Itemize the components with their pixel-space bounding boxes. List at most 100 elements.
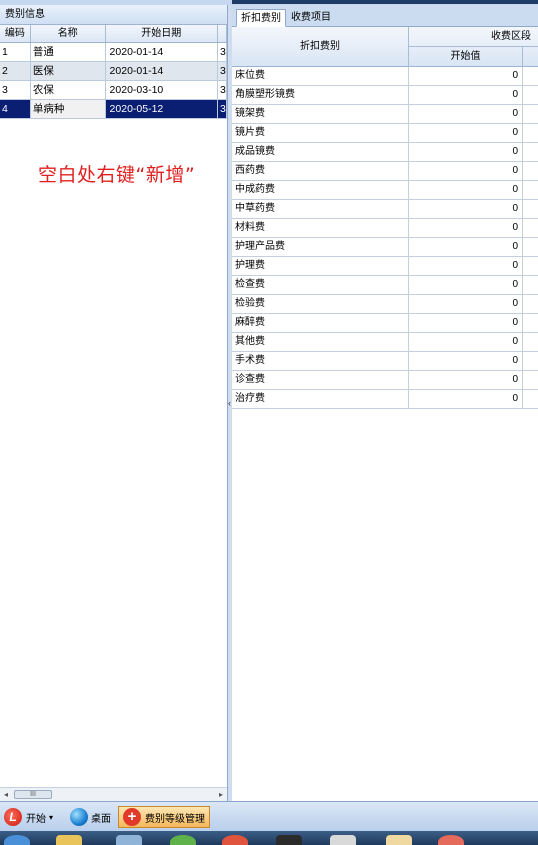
cell-start-value[interactable]: 0 [409,276,523,294]
cell-start-value[interactable]: 0 [409,67,523,85]
cell-start-value[interactable]: 0 [409,257,523,275]
cell-category[interactable]: 护理费 [232,257,409,275]
cell-category[interactable]: 检查费 [232,276,409,294]
table-row[interactable]: 麻醉费 0 [232,314,538,333]
cell-date[interactable]: 2020-01-14 [105,62,219,80]
cell-start-value[interactable]: 0 [409,238,523,256]
cell-category[interactable]: 西药费 [232,162,409,180]
scrollbar-thumb[interactable]: III [14,790,52,799]
cell-name[interactable]: 单病种 [30,100,106,118]
cell-category[interactable]: 材料费 [232,219,409,237]
cell-start-value[interactable]: 0 [409,86,523,104]
column-header-code[interactable]: 编码 [0,25,31,42]
cell-name[interactable]: 农保 [30,81,106,99]
cell-start-value[interactable]: 0 [409,371,523,389]
table-row[interactable]: 检查费 0 [232,276,538,295]
scroll-left-icon[interactable]: ◂ [0,788,12,801]
cell-name[interactable]: 普通 [30,43,106,61]
table-row-selected[interactable]: 4 单病种 2020-05-12 3 [0,100,227,119]
start-button[interactable]: L 开始 ▾ [4,806,53,828]
document-icon[interactable] [330,835,356,845]
cell-category[interactable]: 镜片费 [232,124,409,142]
terminal-icon[interactable] [276,835,302,845]
column-group-charge-range: 收费区段 [409,27,538,47]
table-row[interactable]: 治疗费 0 [232,390,538,409]
cell-category[interactable]: 手术费 [232,352,409,370]
cell-start-value[interactable]: 0 [409,219,523,237]
cell-extra[interactable]: 3 [218,43,227,61]
table-row[interactable]: 其他费 0 [232,333,538,352]
cell-start-value[interactable]: 0 [409,143,523,161]
cell-category[interactable]: 护理产品费 [232,238,409,256]
cell-start-value[interactable]: 0 [409,352,523,370]
app-icon[interactable] [438,835,464,845]
cell-start-value[interactable]: 0 [409,390,523,408]
cell-code[interactable]: 3 [0,81,31,99]
cell-date[interactable]: 2020-03-10 [105,81,219,99]
tab-discount-category[interactable]: 折扣费别 [236,9,286,27]
table-row[interactable]: 西药费 0 [232,162,538,181]
cell-date[interactable]: 2020-05-12 [105,100,219,118]
table-row[interactable]: 材料费 0 [232,219,538,238]
table-row[interactable]: 检验费 0 [232,295,538,314]
table-row[interactable]: 角膜塑形镜费 0 [232,86,538,105]
cell-category[interactable]: 床位费 [232,67,409,85]
cell-category[interactable]: 检验费 [232,295,409,313]
windows-orb-icon[interactable] [4,835,30,845]
pdf-icon[interactable] [386,835,412,845]
cell-category[interactable]: 其他费 [232,333,409,351]
scroll-right-icon[interactable]: ▸ [215,788,227,801]
table-row[interactable]: 成品镜费 0 [232,143,538,162]
column-header-name[interactable]: 名称 [31,25,106,42]
desktop-button[interactable]: 桌面 [70,806,111,828]
cell-start-value[interactable]: 0 [409,162,523,180]
ie-icon[interactable] [170,835,196,845]
cell-code[interactable]: 4 [0,100,31,118]
cell-category[interactable]: 角膜塑形镜费 [232,86,409,104]
cell-start-value[interactable]: 0 [409,181,523,199]
cell-date-text: 2020-05-12 [109,103,164,115]
column-header-start-value[interactable]: 开始值 [409,47,523,67]
app-icon[interactable] [116,835,142,845]
cell-extra[interactable]: 3 [218,62,227,80]
table-row[interactable]: 镜架费 0 [232,105,538,124]
cell-category[interactable]: 成品镜费 [232,143,409,161]
table-row[interactable]: 床位费 0 [232,67,538,86]
cell-extra[interactable]: 3 [218,100,227,118]
cell-category[interactable]: 中草药费 [232,200,409,218]
cell-extra[interactable]: 3 [218,81,227,99]
cell-start-value[interactable]: 0 [409,295,523,313]
cell-start-value[interactable]: 0 [409,333,523,351]
horizontal-scrollbar[interactable]: ◂ III ▸ [0,787,227,801]
column-header-discount-category[interactable]: 折扣费别 [232,27,409,67]
cell-code[interactable]: 2 [0,62,31,80]
cell-start-value[interactable]: 0 [409,124,523,142]
cell-date[interactable]: 2020-01-14 [105,43,219,61]
cell-start-value[interactable]: 0 [409,105,523,123]
table-row[interactable]: 3 农保 2020-03-10 3 [0,81,227,100]
cell-start-value[interactable]: 0 [409,200,523,218]
folder-icon[interactable] [56,835,82,845]
table-row[interactable]: 诊查费 0 [232,371,538,390]
cell-start-value[interactable]: 0 [409,314,523,332]
cell-name[interactable]: 医保 [30,62,106,80]
table-row[interactable]: 1 普通 2020-01-14 3 [0,43,227,62]
table-row[interactable]: 护理费 0 [232,257,538,276]
table-row[interactable]: 手术费 0 [232,352,538,371]
chrome-icon[interactable] [222,835,248,845]
cell-category[interactable]: 治疗费 [232,390,409,408]
table-row[interactable]: 中草药费 0 [232,200,538,219]
column-header-more[interactable] [218,25,227,42]
cell-category[interactable]: 镜架费 [232,105,409,123]
task-fee-grade-management[interactable]: + 费别等级管理 [118,806,210,828]
cell-category[interactable]: 麻醉费 [232,314,409,332]
cell-code[interactable]: 1 [0,43,31,61]
column-header-start-date[interactable]: 开始日期 [106,25,219,42]
cell-category[interactable]: 诊查费 [232,371,409,389]
table-row[interactable]: 2 医保 2020-01-14 3 [0,62,227,81]
table-row[interactable]: 中成药费 0 [232,181,538,200]
tab-charge-items[interactable]: 收费项目 [286,8,336,26]
cell-category[interactable]: 中成药费 [232,181,409,199]
table-row[interactable]: 镜片费 0 [232,124,538,143]
table-row[interactable]: 护理产品费 0 [232,238,538,257]
